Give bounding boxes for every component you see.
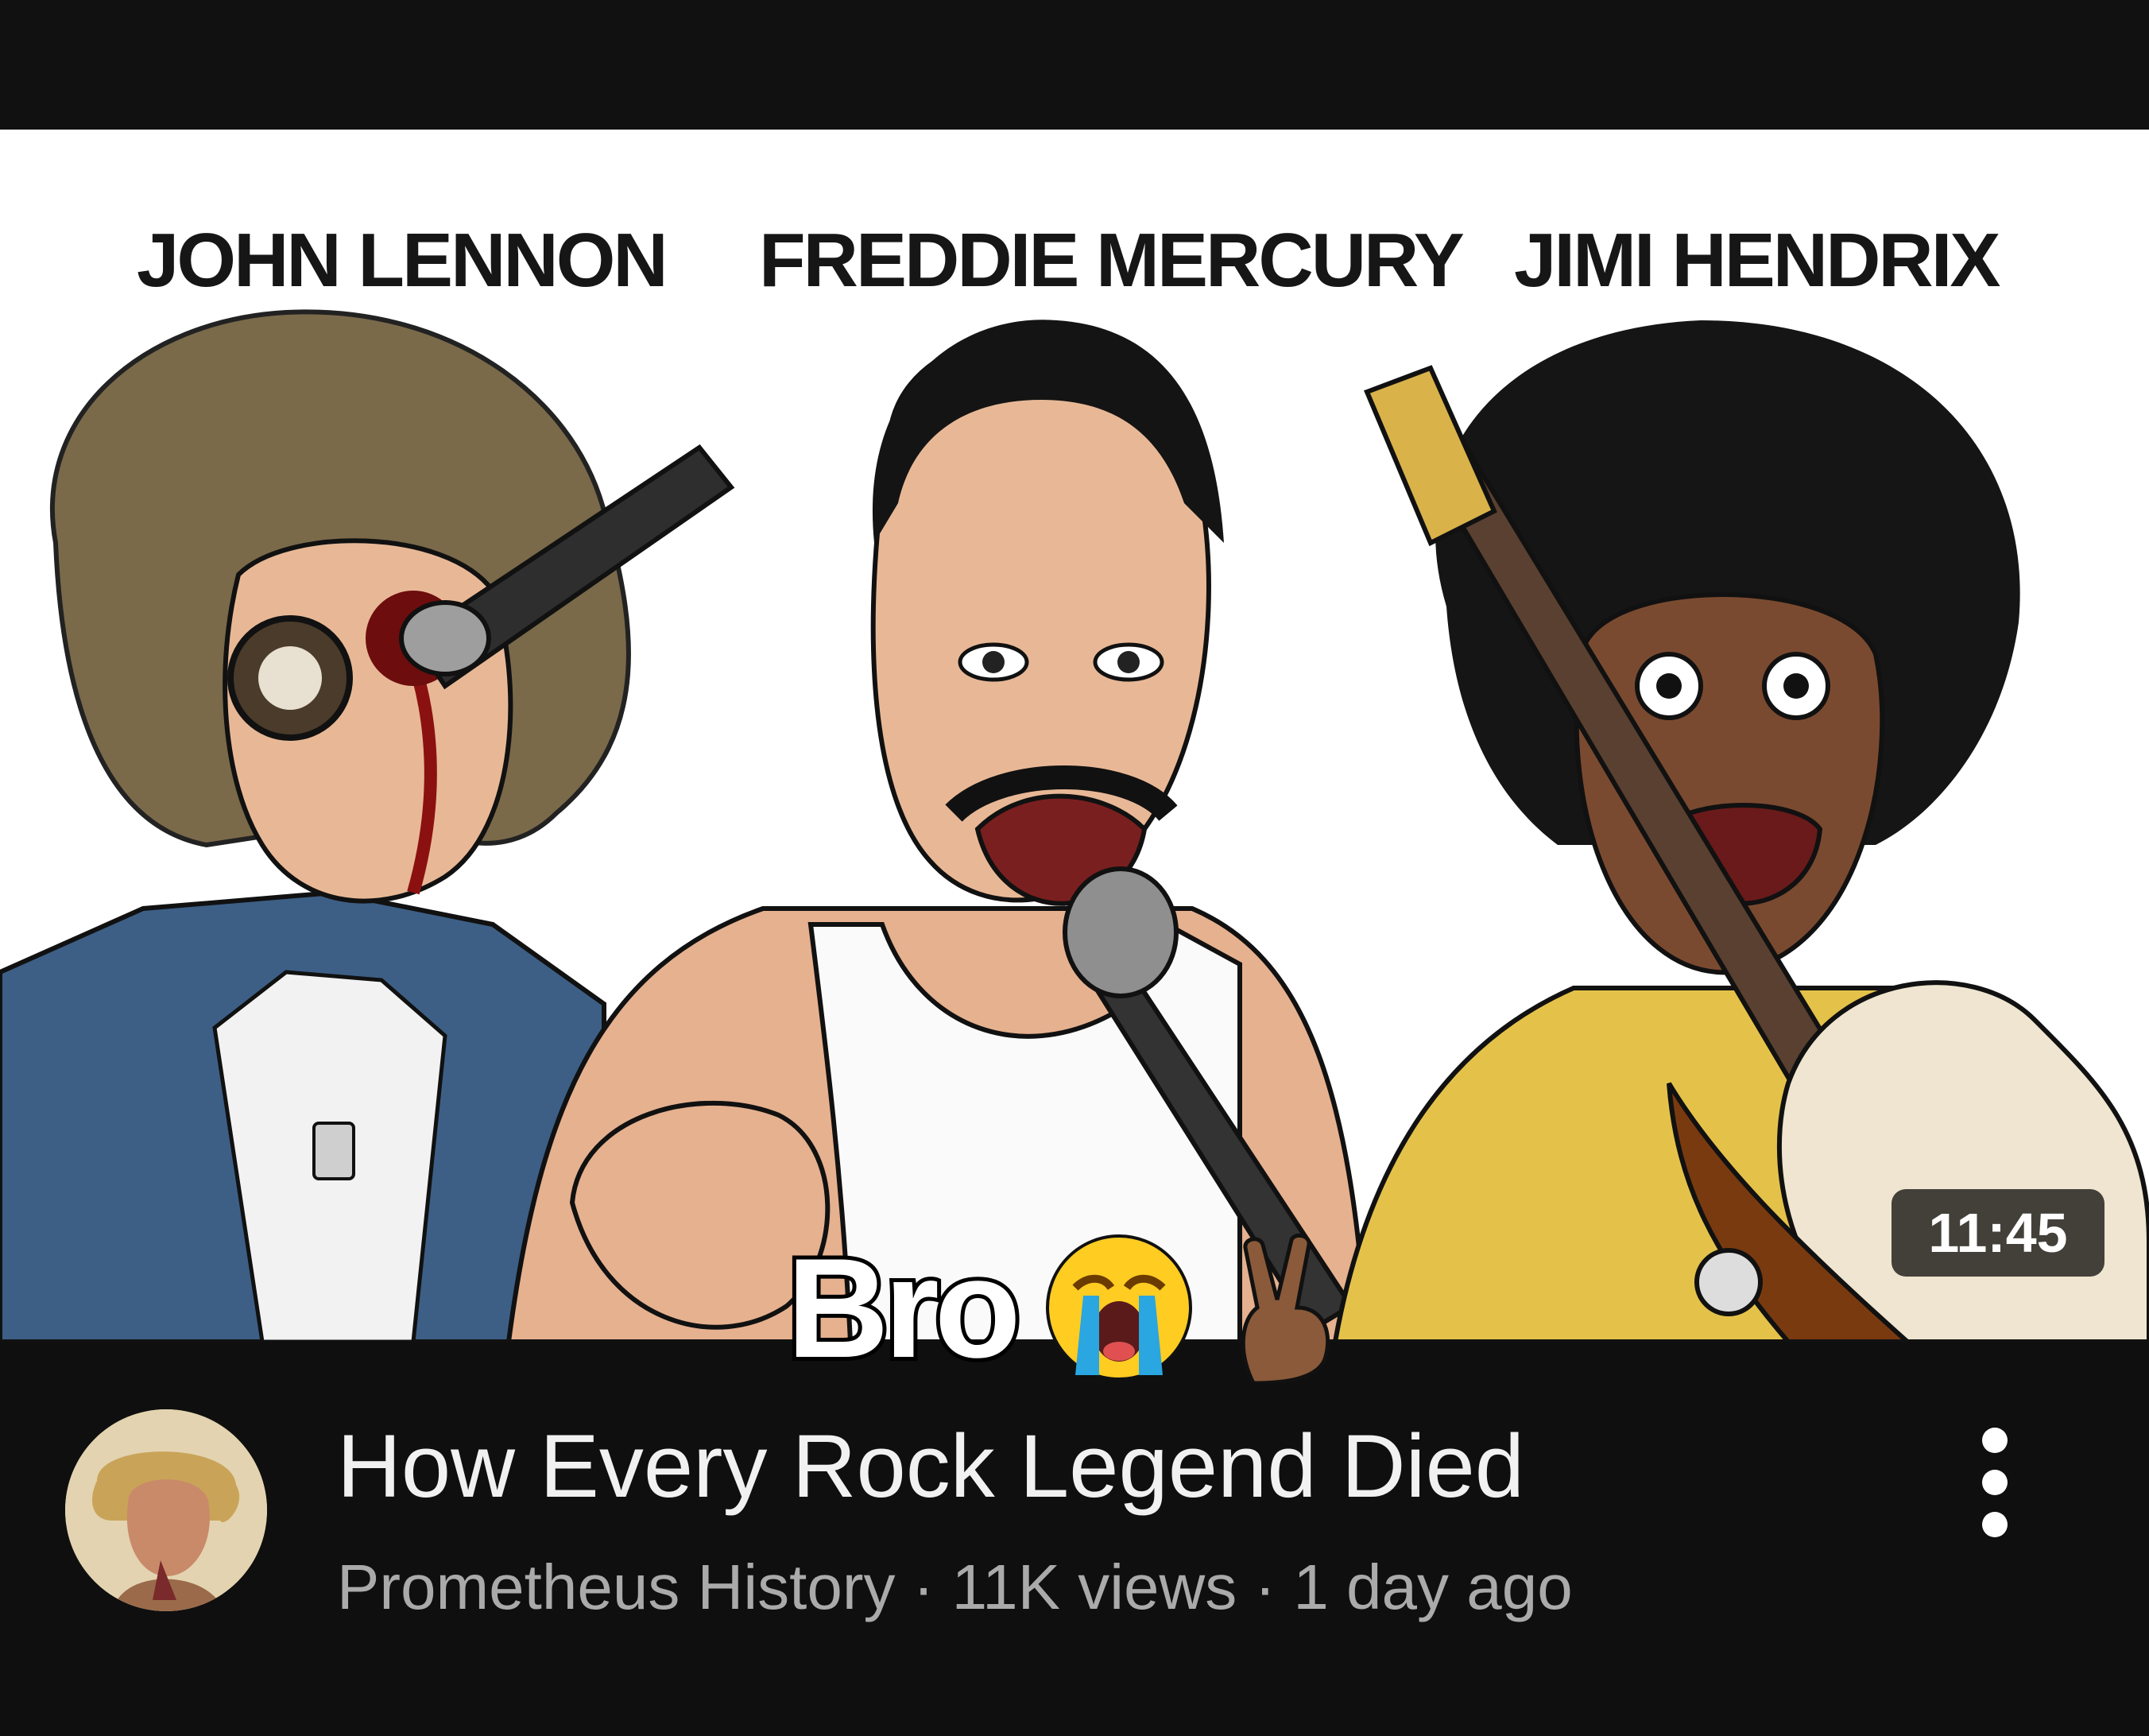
ellipsis-dot bbox=[1982, 1512, 2008, 1537]
vertical-ellipsis-icon bbox=[1982, 1428, 2008, 1453]
meta-separator: · bbox=[1237, 1552, 1294, 1622]
caption-overlay: Bro bbox=[783, 1225, 1349, 1391]
more-options-button[interactable] bbox=[1963, 1423, 2027, 1542]
victory-hand-icon bbox=[1241, 1233, 1330, 1383]
meta-separator: · bbox=[895, 1552, 952, 1622]
view-count: 11K views bbox=[951, 1552, 1237, 1622]
mercury-illustration bbox=[505, 320, 1370, 1342]
top-status-bar bbox=[0, 0, 2149, 130]
caption-text: Bro bbox=[783, 1225, 1025, 1391]
duration-badge: 11:45 bbox=[1892, 1189, 2104, 1277]
upload-age: 1 day ago bbox=[1293, 1552, 1573, 1622]
channel-avatar[interactable] bbox=[65, 1409, 267, 1611]
video-title[interactable]: How Every Rock Legend Died bbox=[337, 1415, 1847, 1518]
loudly-crying-face-icon bbox=[1045, 1234, 1192, 1381]
video-metadata: Prometheus History · 11K views · 1 day a… bbox=[337, 1544, 1847, 1631]
video-thumbnail[interactable]: JOHN LENNON FREDDIE MERCURY JIMI HENDRIX bbox=[0, 130, 2149, 1342]
channel-avatar-image bbox=[65, 1409, 267, 1611]
channel-name[interactable]: Prometheus History bbox=[337, 1552, 895, 1622]
ellipsis-dot bbox=[1982, 1470, 2008, 1495]
thumbnail-illustration bbox=[0, 309, 2149, 1342]
